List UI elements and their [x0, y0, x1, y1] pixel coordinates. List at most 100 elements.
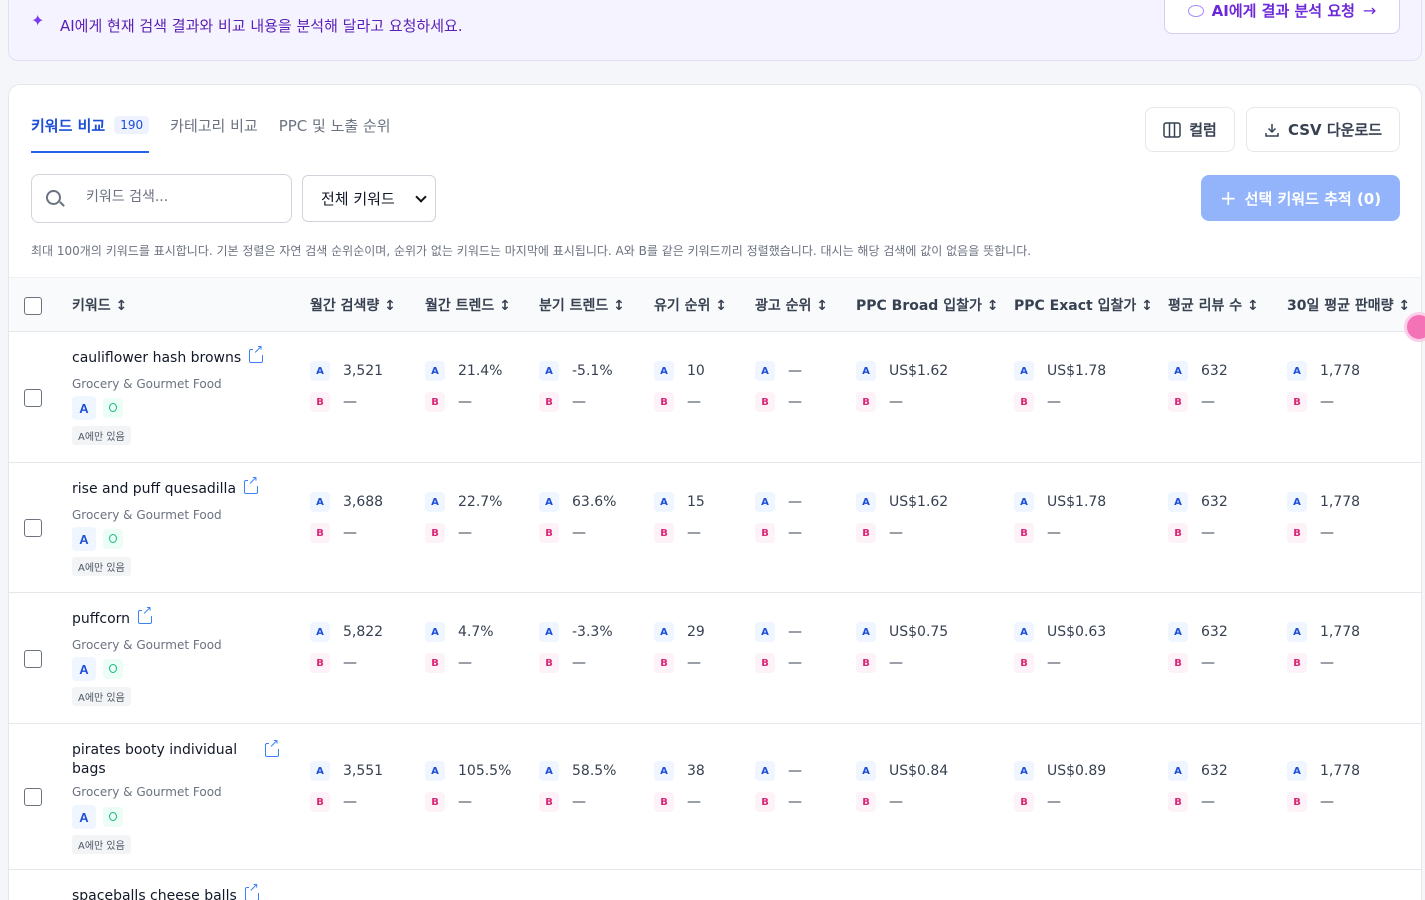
track-label: 선택 키워드 추적 (0) — [1244, 189, 1382, 208]
tag-b: B — [539, 653, 559, 673]
tag-b: B — [310, 392, 330, 412]
col-ppc-exact[interactable]: PPC Exact 입찰가 ↕ — [1014, 295, 1153, 315]
search-input[interactable] — [86, 189, 276, 205]
col-keyword[interactable]: 키워드 ↕ — [72, 295, 127, 315]
tag-a: A — [1014, 361, 1034, 381]
value-a-text: 63.6% — [572, 494, 617, 510]
value-b-text: — — [458, 794, 472, 810]
tag-b: B — [654, 392, 674, 412]
value-a: A US$1.78 — [1014, 492, 1106, 512]
external-link-icon[interactable] — [244, 474, 259, 494]
value-a: A 632 — [1168, 622, 1228, 642]
value-b-text: — — [1201, 794, 1215, 810]
row-checkbox[interactable] — [24, 788, 42, 806]
value-b-text: — — [1047, 394, 1061, 410]
keyword-filter-select[interactable]: 전체 키워드 — [302, 175, 436, 222]
value-b: B — — [755, 653, 802, 673]
col-organic-rank[interactable]: 유기 순위 ↕ — [654, 295, 727, 315]
columns-button[interactable]: 컬럼 — [1145, 107, 1235, 152]
tag-b: B — [1014, 792, 1034, 812]
tag-a: A — [755, 492, 775, 512]
organic-icon — [103, 398, 123, 418]
col-avg-reviews[interactable]: 평균 리뷰 수 ↕ — [1168, 295, 1259, 315]
tab-ppc-rank[interactable]: PPC 및 노출 순위 — [279, 115, 391, 153]
external-link-icon[interactable] — [244, 881, 259, 900]
tag-a: A — [1014, 492, 1034, 512]
value-a: A 38 — [654, 761, 705, 781]
col-ad-rank[interactable]: 광고 순위 ↕ — [755, 295, 828, 315]
value-a: A US$0.75 — [856, 622, 948, 642]
tag-a: A — [1287, 361, 1307, 381]
tab-bar: 키워드 비교 190 카테고리 비교 PPC 및 노출 순위 — [31, 115, 412, 153]
value-b-text: — — [1320, 525, 1334, 541]
row-checkbox[interactable] — [24, 389, 42, 407]
tab-category-compare[interactable]: 카테고리 비교 — [170, 115, 258, 153]
tab-label: PPC 및 노출 순위 — [278, 117, 391, 135]
value-b: B — — [1287, 523, 1334, 543]
value-b: B — — [1287, 653, 1334, 673]
col-monthly-trend[interactable]: 월간 트렌드 ↕ — [425, 295, 511, 315]
tab-keyword-compare[interactable]: 키워드 비교 190 — [31, 115, 150, 153]
value-b: B — — [755, 392, 802, 412]
keyword-name[interactable]: cauliflower hash browns — [72, 343, 264, 368]
value-b: B — — [425, 653, 472, 673]
only-in-a-badge: A에만 있음 — [72, 687, 131, 706]
tag-a: A — [310, 361, 330, 381]
keyword-name[interactable]: rise and puff quesadilla — [72, 474, 259, 499]
tag-a: A — [539, 361, 559, 381]
value-a-text: 15 — [687, 494, 705, 510]
keyword-text-line1: pirates booty individual — [72, 742, 238, 758]
value-b-text: — — [788, 394, 802, 410]
tag-b: B — [856, 792, 876, 812]
tag-b: B — [755, 792, 775, 812]
select-all-checkbox[interactable] — [24, 297, 42, 315]
tag-a: A — [425, 761, 445, 781]
value-b: B — — [539, 653, 586, 673]
value-b: B — — [425, 523, 472, 543]
value-a-text: 1,778 — [1320, 763, 1361, 779]
tag-b: B — [425, 392, 445, 412]
ai-analyze-button[interactable]: AI에게 결과 분석 요청 → — [1164, 0, 1400, 34]
value-b-text: — — [343, 525, 357, 541]
value-a-text: US$1.62 — [889, 363, 949, 379]
external-link-icon[interactable] — [249, 343, 264, 363]
value-b: B — — [425, 792, 472, 812]
value-a: A US$0.63 — [1014, 622, 1106, 642]
value-a: A 3,521 — [310, 361, 383, 381]
external-link-icon[interactable] — [265, 737, 280, 757]
value-b: B — — [539, 523, 586, 543]
keyword-category: Grocery & Gourmet Food — [72, 638, 222, 652]
row-checkbox[interactable] — [24, 650, 42, 668]
value-a: A 4.7% — [425, 622, 494, 642]
csv-download-button[interactable]: CSV 다운로드 — [1246, 107, 1400, 152]
value-b: B — — [654, 392, 701, 412]
value-b: B — — [1168, 792, 1215, 812]
value-b: B — — [755, 792, 802, 812]
value-a: A US$1.62 — [856, 361, 948, 381]
value-a: A 632 — [1168, 361, 1228, 381]
row-checkbox[interactable] — [24, 519, 42, 537]
value-b: B — — [654, 653, 701, 673]
value-b-text: — — [572, 525, 586, 541]
value-b: B — — [1014, 392, 1061, 412]
value-a: A 29 — [654, 622, 705, 642]
external-link-icon[interactable] — [138, 604, 153, 624]
col-ppc-broad[interactable]: PPC Broad 입찰가 ↕ — [856, 295, 998, 315]
keyword-name[interactable]: puffcorn — [72, 604, 153, 629]
value-b: B — — [1168, 653, 1215, 673]
col-quarter-trend[interactable]: 분기 트렌드 ↕ — [539, 295, 625, 315]
keyword-category: Grocery & Gourmet Food — [72, 508, 222, 522]
table-row: spaceballs cheese balls — [9, 870, 1421, 900]
track-selected-button[interactable]: + 선택 키워드 추적 (0) — [1201, 175, 1400, 221]
col-monthly-volume[interactable]: 월간 검색량 ↕ — [310, 295, 396, 315]
col-30day-sales[interactable]: 30일 평균 판매량 ↕ — [1287, 295, 1410, 315]
tag-b: B — [1168, 392, 1188, 412]
value-a-text: US$0.75 — [889, 624, 949, 640]
value-a: A — — [755, 622, 802, 642]
value-b-text: — — [1320, 655, 1334, 671]
value-a: A US$1.78 — [1014, 361, 1106, 381]
keyword-name[interactable]: spaceballs cheese balls — [72, 881, 259, 900]
keyword-text: rise and puff quesadilla — [72, 481, 237, 497]
keyword-name[interactable]: pirates booty individual bags — [72, 741, 247, 779]
value-b: B — — [425, 392, 472, 412]
